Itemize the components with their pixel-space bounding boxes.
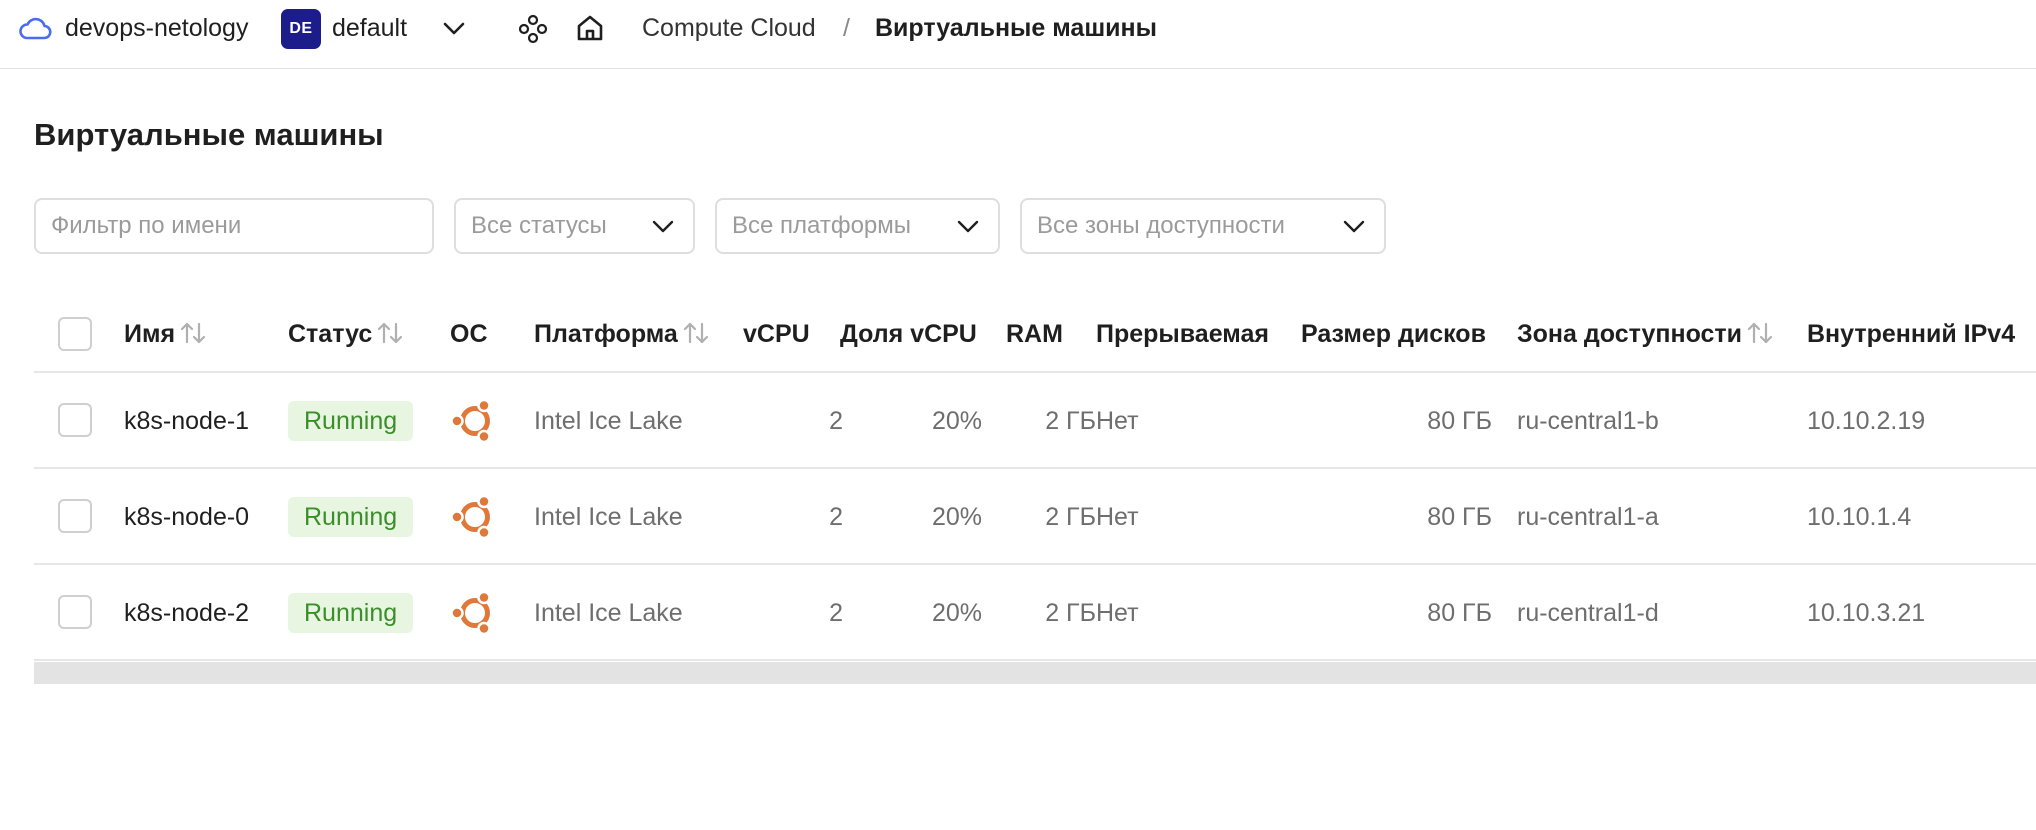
home-icon[interactable] [574, 12, 606, 44]
column-header-preemptible: Прерываемая [1096, 320, 1269, 348]
breadcrumb-service[interactable]: Compute Cloud [642, 13, 816, 43]
column-header-disk-size: Размер дисков [1301, 320, 1486, 348]
zone-cell: ru-central1-d [1517, 599, 1659, 627]
folder-name[interactable]: default [332, 13, 407, 43]
vcpu-cell: 2 [829, 503, 843, 531]
platform-filter-select[interactable]: Все платформы [715, 198, 1000, 254]
table-row[interactable]: k8s-node-1 Running Intel Ice Lake 2 20% … [34, 373, 2036, 469]
column-header-vcpu-share: Доля vCPU [840, 320, 977, 348]
preemptible-cell: Нет [1096, 503, 1139, 531]
row-checkbox[interactable] [58, 595, 92, 629]
column-header-ram: RAM [1006, 320, 1063, 348]
disk-size-cell: 80 ГБ [1427, 599, 1492, 627]
zone-filter-value: Все зоны доступности [1037, 212, 1285, 239]
chevron-down-icon [652, 220, 674, 233]
sort-icon[interactable] [1746, 320, 1774, 346]
ipv4-cell: 10.10.2.19 [1807, 407, 1926, 435]
status-filter-value: Все статусы [471, 212, 607, 239]
vm-name[interactable]: k8s-node-1 [124, 406, 249, 436]
platform-cell: Intel Ice Lake [534, 599, 683, 627]
ipv4-cell: 10.10.1.4 [1807, 503, 1912, 531]
vcpu-cell: 2 [829, 599, 843, 627]
vm-name[interactable]: k8s-node-0 [124, 502, 249, 532]
column-header-zone[interactable]: Зона доступности [1517, 319, 1774, 349]
status-badge: Running [288, 497, 414, 537]
sort-icon[interactable] [682, 320, 710, 346]
column-header-platform[interactable]: Платформа [534, 319, 710, 349]
vcpu-share-cell: 20% [931, 599, 982, 627]
name-filter-input[interactable] [51, 200, 417, 252]
column-header-ipv4: Внутренний IPv4 [1807, 320, 2016, 348]
platform-cell: Intel Ice Lake [534, 407, 683, 435]
vcpu-cell: 2 [829, 407, 843, 435]
breadcrumb-separator: / [843, 14, 850, 42]
status-badge: Running [288, 593, 414, 633]
zone-cell: ru-central1-a [1517, 503, 1659, 531]
ram-cell: 2 ГБ [1045, 503, 1096, 531]
ram-cell: 2 ГБ [1045, 599, 1096, 627]
select-all-checkbox[interactable] [58, 317, 92, 351]
horizontal-scrollbar[interactable] [34, 662, 2036, 684]
sort-icon[interactable] [179, 320, 207, 346]
cloud-icon[interactable] [18, 15, 52, 41]
disk-size-cell: 80 ГБ [1427, 407, 1492, 435]
name-filter[interactable] [34, 198, 434, 254]
platform-cell: Intel Ice Lake [534, 503, 683, 531]
ubuntu-icon [450, 590, 491, 636]
chevron-down-icon[interactable] [441, 18, 467, 38]
folder-badge[interactable]: DE [281, 9, 321, 49]
vm-name[interactable]: k8s-node-2 [124, 598, 249, 628]
zone-cell: ru-central1-b [1517, 407, 1659, 435]
column-header-vcpu: vCPU [743, 320, 810, 348]
table-row[interactable]: k8s-node-2 Running Intel Ice Lake 2 20% … [34, 565, 2036, 661]
breadcrumb-current: Виртуальные машины [875, 14, 1157, 42]
services-icon[interactable] [518, 14, 548, 44]
status-filter-select[interactable]: Все статусы [454, 198, 695, 254]
column-header-os: ОС [450, 320, 488, 348]
preemptible-cell: Нет [1096, 407, 1139, 435]
sort-icon[interactable] [376, 320, 404, 346]
zone-filter-select[interactable]: Все зоны доступности [1020, 198, 1386, 254]
page-title: Виртуальные машины [34, 117, 384, 152]
ram-cell: 2 ГБ [1045, 407, 1096, 435]
column-header-name[interactable]: Имя [124, 319, 207, 349]
chevron-down-icon [957, 220, 979, 233]
ubuntu-icon [450, 398, 491, 444]
row-checkbox[interactable] [58, 403, 92, 437]
cloud-name[interactable]: devops-netology [65, 13, 248, 43]
chevron-down-icon [1343, 220, 1365, 233]
ubuntu-icon [450, 494, 491, 540]
column-header-status[interactable]: Статус [288, 319, 404, 349]
top-bar: devops-netology DE default Compute Cloud… [0, 0, 2036, 69]
row-checkbox[interactable] [58, 499, 92, 533]
platform-filter-value: Все платформы [732, 212, 912, 239]
table-row[interactable]: k8s-node-0 Running Intel Ice Lake 2 20% … [34, 469, 2036, 565]
ipv4-cell: 10.10.3.21 [1807, 599, 1926, 627]
preemptible-cell: Нет [1096, 599, 1139, 627]
table-header: Имя Статус ОС Платформа vCPU Доля vCPU R… [34, 295, 2036, 373]
vcpu-share-cell: 20% [931, 503, 982, 531]
vcpu-share-cell: 20% [931, 407, 982, 435]
disk-size-cell: 80 ГБ [1427, 503, 1492, 531]
status-badge: Running [288, 401, 414, 441]
